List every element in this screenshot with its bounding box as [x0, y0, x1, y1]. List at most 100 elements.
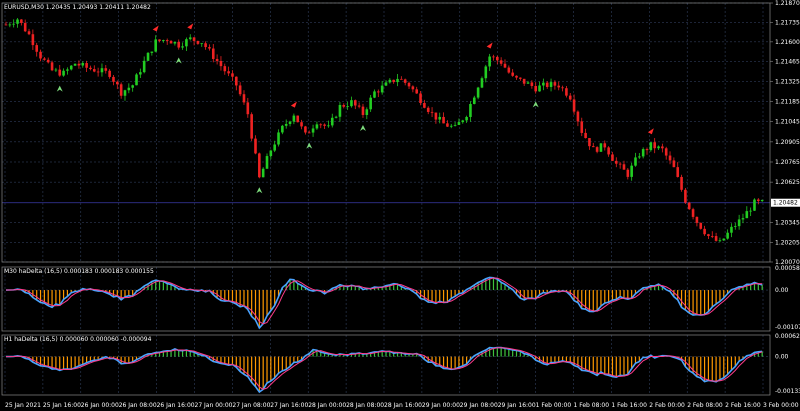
candle-body [223, 66, 227, 72]
candle-body [615, 160, 618, 164]
candle-body [142, 60, 146, 73]
time-label: 3 Feb 00:00 [763, 402, 799, 409]
candle-body [350, 100, 353, 107]
candle-body [707, 234, 710, 237]
candle-body [27, 31, 31, 35]
candle-body [353, 100, 357, 106]
candle-body [261, 168, 265, 178]
candle-body [315, 124, 319, 129]
time-label: 29 Jan 00:00 [422, 402, 460, 409]
candle-body [476, 87, 480, 98]
candle-body [684, 189, 687, 203]
candle-body [557, 85, 561, 88]
main-chart-title: EURUSD,M30 1.20435 1.20493 1.20411 1.204… [4, 4, 151, 11]
candle-body [507, 67, 511, 73]
candle-body [273, 144, 276, 151]
candle-body [357, 105, 361, 107]
candle-body [745, 211, 749, 219]
time-label: 27 Jan 16:00 [270, 402, 308, 409]
candle-body [710, 236, 714, 237]
time-label: 28 Jan 00:00 [308, 402, 346, 409]
candle-body [645, 149, 649, 151]
candle-body [726, 232, 729, 239]
candle-body [188, 37, 192, 40]
candle-body [649, 142, 653, 151]
candle-body [92, 69, 96, 72]
candle-body [43, 58, 46, 60]
candle-body [31, 34, 35, 46]
candle-body [499, 60, 503, 64]
price-label: 1.21185 [775, 99, 800, 106]
candle-body [165, 40, 169, 41]
candle-body [127, 87, 131, 91]
candle-body [62, 70, 65, 76]
candle-body [177, 41, 181, 48]
candle-body [388, 79, 392, 83]
candle-body [591, 146, 595, 148]
candle-body [162, 40, 165, 41]
candle-body [611, 154, 614, 161]
indicator2-axis-label: -0.001335 [775, 388, 800, 395]
candle-body [342, 104, 346, 107]
candle-body [718, 240, 722, 242]
price-label: 1.20345 [775, 219, 800, 226]
candle-body [369, 97, 372, 110]
candle-body [150, 51, 154, 53]
candle-body [396, 78, 399, 83]
candle-body [16, 19, 19, 24]
indicator2-axis-label: 0.000626 [775, 333, 800, 340]
time-label: 27 Jan 08:00 [232, 402, 270, 409]
time-label: 2 Feb 00:00 [649, 402, 685, 409]
candle-body [69, 65, 73, 70]
price-label: 1.21325 [775, 78, 800, 85]
candle-body [96, 71, 100, 73]
candle-body [496, 56, 499, 61]
candle-body [607, 147, 610, 155]
candle-body [20, 19, 23, 23]
candle-body [442, 116, 445, 124]
time-label: 1 Feb 00:00 [536, 402, 572, 409]
candle-body [238, 85, 242, 95]
candle-body [534, 85, 537, 92]
candle-body [46, 59, 50, 63]
candle-body [181, 46, 184, 48]
candle-body [403, 79, 407, 83]
candle-body [307, 132, 311, 134]
price-label: 1.21735 [775, 19, 800, 26]
candle-body [12, 23, 15, 25]
candle-body [373, 91, 376, 98]
candle-body [741, 218, 745, 220]
candle-body [722, 238, 726, 241]
candle-body [438, 116, 442, 120]
candle-body [77, 63, 81, 66]
time-label: 1 Feb 16:00 [611, 402, 647, 409]
candle-body [588, 138, 591, 147]
trading-chart[interactable]: 1.21870 1.21735 1.21600 1.21465 1.21325 1.211… [0, 0, 800, 411]
time-label: 28 Jan 08:00 [346, 402, 384, 409]
candle-body [292, 115, 296, 122]
candle-body [449, 125, 453, 127]
candle-body [730, 226, 733, 233]
indicator2-title: H1 haDelta (16,5) 0.000060 0.000060 -0.0… [4, 336, 152, 343]
candle-body [39, 51, 42, 59]
candle-body [269, 150, 273, 157]
candle-body [549, 82, 553, 87]
candle-body [380, 85, 384, 93]
candle-body [392, 79, 395, 83]
candle-body [565, 88, 568, 96]
candle-body [211, 48, 215, 59]
candle-body [599, 143, 603, 152]
candle-body [131, 85, 134, 88]
candle-body [35, 45, 39, 52]
time-label: 26 Jan 00:00 [81, 402, 119, 409]
candle-body [572, 99, 576, 112]
candle-body [112, 76, 115, 82]
candle-body [733, 226, 737, 227]
candle-body [630, 165, 633, 177]
candle-body [365, 109, 369, 115]
candle-body [8, 24, 12, 26]
candle-body [73, 63, 77, 66]
candle-body [703, 228, 706, 235]
candle-body [634, 157, 637, 166]
candle-body [219, 61, 223, 67]
